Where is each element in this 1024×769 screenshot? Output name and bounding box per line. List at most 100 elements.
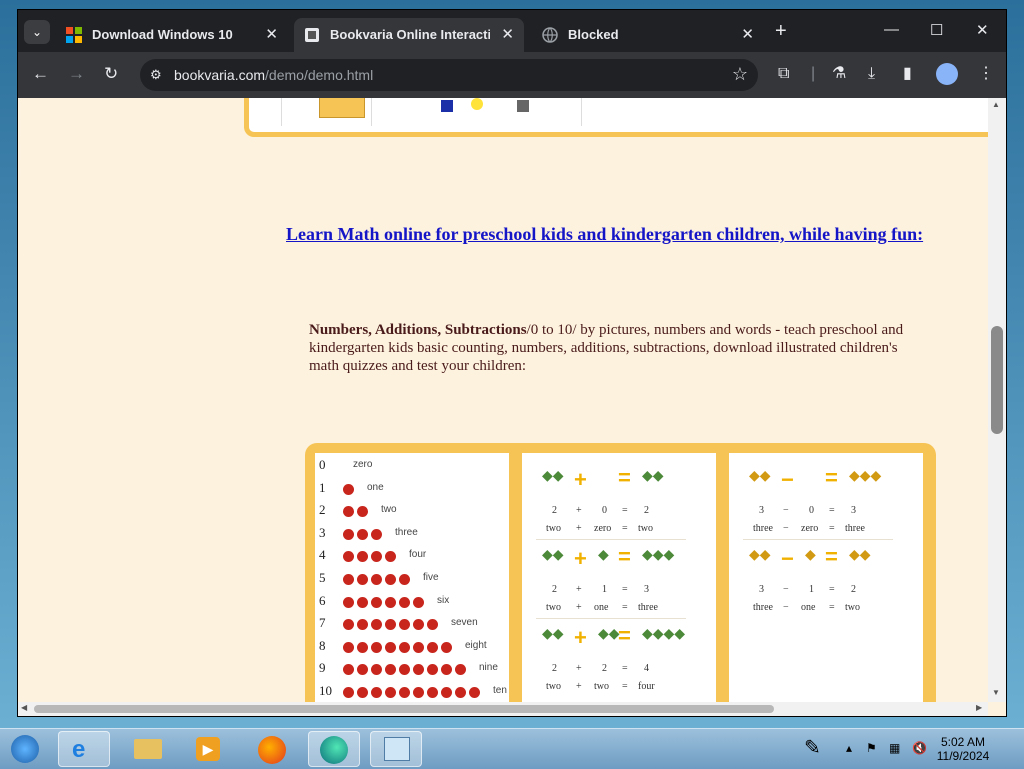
new-tab-button[interactable]: + (775, 21, 787, 41)
taskbar-internet-explorer[interactable]: e (58, 731, 110, 767)
equation-word: two (638, 523, 653, 534)
bookmark-star-icon[interactable]: ☆ (732, 64, 748, 85)
apple-icon (385, 664, 396, 676)
tab-bookvaria[interactable]: Bookvaria Online Interactive Le ✕ (294, 18, 524, 52)
divider (536, 539, 686, 540)
scroll-right-arrow-icon[interactable]: ▶ (976, 703, 982, 712)
taskbar-control-panel[interactable] (370, 731, 422, 767)
number-row: 6 six (319, 593, 505, 615)
equation-word: two (594, 681, 609, 692)
apple-icon (343, 619, 354, 631)
tab-blocked[interactable]: Blocked ✕ (532, 18, 764, 52)
equals-sign-icon: = (825, 465, 838, 490)
equals-symbol: = (829, 523, 835, 534)
tab-search-button[interactable]: ⌄ (24, 20, 50, 44)
picture-group: ◆ (805, 546, 816, 562)
download-icon[interactable]: ⤓ (868, 64, 875, 84)
volume-muted-icon[interactable]: 🔇 (912, 741, 927, 755)
numbers-card[interactable]: 0 zero 1 one 2 two 3 three 4 four 5 five 6 six 7 seven 8… (315, 453, 509, 702)
equals-symbol: = (829, 584, 835, 595)
network-icon[interactable]: ▦ (889, 741, 900, 755)
number-word: six (437, 594, 450, 606)
site-info-icon[interactable]: ⚙ (150, 67, 162, 83)
extensions-puzzle-icon[interactable]: ⧉ (778, 64, 789, 84)
strip-picture[interactable] (371, 98, 582, 126)
apple-icon (357, 641, 368, 653)
scroll-up-arrow-icon[interactable]: ▲ (992, 100, 1000, 109)
url-text[interactable]: bookvaria.com/demo/demo.html (174, 67, 373, 83)
apple-icon (343, 506, 354, 518)
number-digit: 7 (319, 615, 326, 631)
close-tab-icon[interactable]: ✕ (741, 25, 754, 43)
maximize-icon[interactable]: ☐ (930, 21, 943, 39)
number-digit: 0 (319, 457, 326, 472)
menu-dots-icon[interactable]: ⋮ (978, 64, 994, 84)
equation-number: 2 (644, 505, 649, 516)
back-arrow-icon[interactable]: ← (32, 64, 49, 84)
taskbar-edge[interactable] (308, 731, 360, 767)
apple-icon (441, 641, 452, 653)
action-center-flag-icon[interactable]: ⚑ (866, 741, 877, 755)
apple-icon (427, 664, 438, 676)
profile-avatar-icon[interactable] (936, 63, 958, 85)
equals-symbol: = (622, 663, 628, 674)
apple-icon (455, 664, 466, 676)
taskbar-file-explorer[interactable] (122, 731, 174, 767)
taskbar-firefox[interactable] (246, 731, 298, 767)
equation-word: three (845, 523, 865, 534)
operator-symbol: − (783, 584, 789, 595)
math-heading-link[interactable]: Learn Math online for preschool kids and… (286, 224, 976, 245)
number-row: 9 nine (319, 660, 505, 682)
horizontal-scroll-thumb[interactable] (34, 705, 774, 713)
equation-word: one (801, 602, 816, 613)
strip-picture[interactable] (281, 98, 372, 126)
side-panel-icon[interactable]: ▮ (903, 64, 912, 84)
apple-icon (413, 641, 424, 653)
strip-coloring-pages[interactable] (581, 98, 988, 126)
start-button[interactable] (2, 731, 48, 767)
taskbar-media-player[interactable]: ▶ (182, 731, 234, 767)
number-digit: 8 (319, 637, 326, 653)
close-tab-icon[interactable]: ✕ (265, 25, 278, 43)
scroll-down-arrow-icon[interactable]: ▼ (992, 688, 1000, 697)
scroll-left-arrow-icon[interactable]: ◀ (21, 703, 27, 712)
apple-icon (385, 551, 396, 563)
equation-number: 3 (644, 584, 649, 595)
reload-icon[interactable]: ↻ (104, 64, 118, 84)
address-bar[interactable]: ⚙ bookvaria.com/demo/demo.html ☆ (140, 59, 758, 91)
strip-picture[interactable] (249, 98, 282, 126)
apple-icon (343, 574, 354, 585)
apple-group (343, 528, 385, 544)
labs-flask-icon[interactable]: ⚗ (832, 64, 846, 84)
apple-icon (343, 596, 354, 608)
apple-icon (357, 528, 368, 540)
apple-icon (371, 664, 382, 676)
close-window-icon[interactable]: ✕ (976, 21, 989, 39)
number-word: ten (493, 685, 507, 696)
puzzle-piece-image (517, 100, 529, 112)
apple-group (343, 641, 455, 657)
apple-group (343, 618, 441, 634)
minimize-icon[interactable]: — (884, 21, 899, 38)
equation-word: three (753, 523, 773, 534)
additions-card[interactable]: ◆◆ + = ◆◆ 2 +0 = 2 two + zero = two ◆◆ + ◆ = ◆◆◆ 2 +1 = 3 two +… (522, 453, 716, 702)
number-row: 7 seven (319, 615, 505, 637)
subtractions-card[interactable]: ◆◆ − = ◆◆◆ 3−0 = 3 three − zero = three ◆◆ − ◆ = ◆◆ 3−1 = 2… (729, 453, 923, 702)
url-host: bookvaria.com (174, 67, 266, 83)
apple-icon (357, 687, 368, 698)
pen-tablet-icon[interactable]: ✎ (804, 735, 821, 760)
close-tab-icon[interactable]: ✕ (501, 25, 514, 43)
operator-symbol: − (783, 505, 789, 516)
apple-icon (385, 619, 396, 631)
horizontal-scrollbar[interactable]: ◀ ▶ (18, 702, 988, 716)
forward-arrow-icon[interactable]: → (68, 64, 85, 84)
operator-symbol: + (576, 584, 582, 595)
vertical-scrollbar[interactable]: ▲ ▼ (988, 98, 1006, 702)
system-clock[interactable]: 5:02 AM 11/9/2024 (932, 735, 994, 763)
show-hidden-icons-arrow[interactable]: ▴ (846, 741, 852, 755)
tab-download-windows[interactable]: Download Windows 10 ✕ (56, 18, 288, 52)
apple-icon (343, 483, 354, 495)
apple-icon (427, 687, 438, 698)
vertical-scroll-thumb[interactable] (991, 326, 1003, 434)
taskbar: e ▶ ✎ ▴ ⚑ ▦ 🔇 5:02 AM 11/9/2024 (0, 728, 1024, 769)
